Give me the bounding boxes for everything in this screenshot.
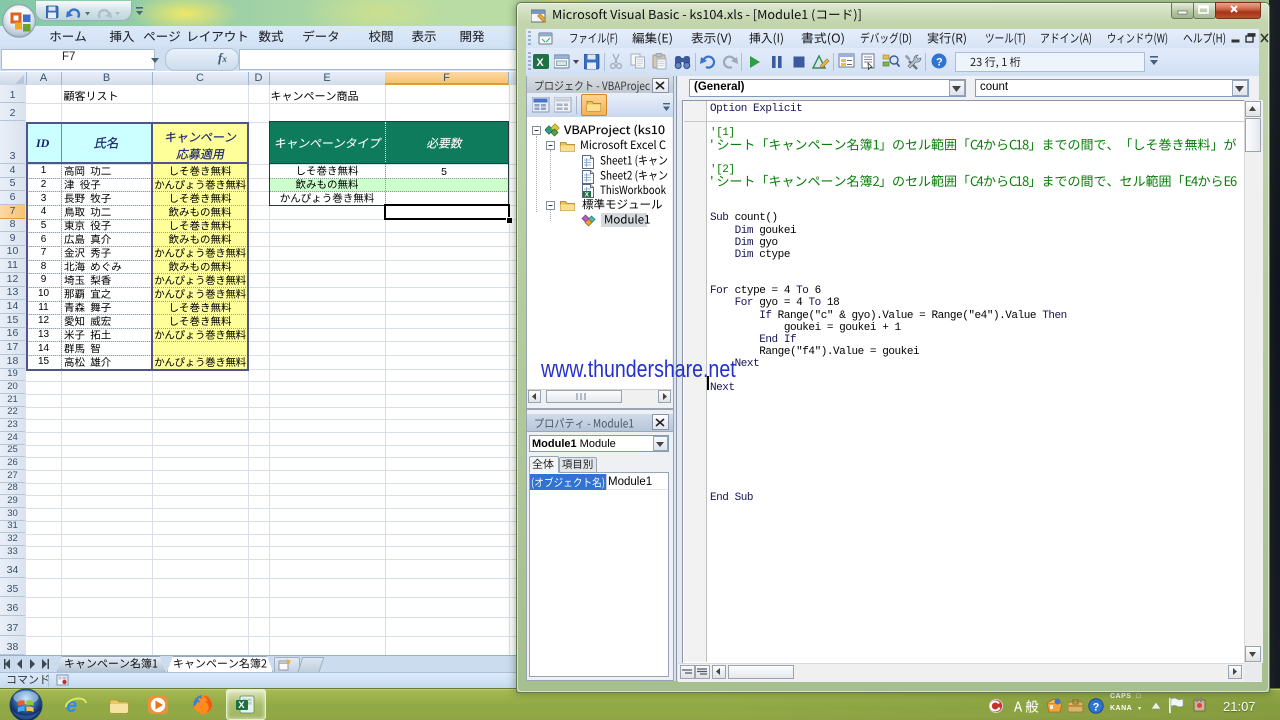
svg-text:X: X: [536, 57, 544, 69]
svg-text:?: ?: [1093, 702, 1100, 714]
svg-text:X: X: [238, 700, 245, 711]
svg-text:?: ?: [936, 57, 943, 69]
